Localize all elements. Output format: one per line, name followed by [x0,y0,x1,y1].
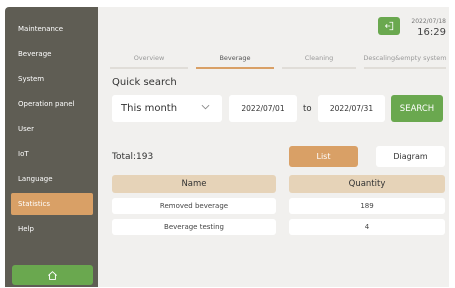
tab-label: Overview [133,54,165,62]
table-cell-name: Beverage testing [112,219,276,235]
sidebar-item-label: Operation panel [18,100,75,108]
sidebar-item-label: Language [18,175,53,183]
sidebar-item-maintenance[interactable]: Maintenance [5,18,98,40]
exit-icon [384,21,394,31]
table-cell-quantity: 4 [289,219,445,235]
home-icon [48,270,57,280]
main-panel: 2022/07/18 16:29 Overview Beverage Clean… [98,7,449,287]
sidebar-item-label: System [18,75,45,83]
table-cell-name: Removed beverage [112,198,276,214]
sidebar-item-label: Maintenance [18,25,64,33]
sidebar: Maintenance Beverage System Operation pa… [5,7,98,287]
period-value: This month [121,103,178,114]
sidebar-item-system[interactable]: System [5,68,98,90]
sidebar-item-iot[interactable]: IoT [5,143,98,165]
tab-underline [196,67,274,69]
tab-beverage[interactable]: Beverage [192,51,278,69]
sidebar-item-label: Beverage [18,50,52,58]
column-header-name: Name [112,175,276,193]
chevron-down-icon [201,104,210,110]
home-button[interactable] [12,265,93,285]
diagram-view-button[interactable]: Diagram [376,146,445,167]
tab-cleaning[interactable]: Cleaning [278,51,360,69]
period-select[interactable]: This month [112,95,222,122]
column-header-quantity: Quantity [289,175,445,193]
sidebar-item-beverage[interactable]: Beverage [5,43,98,65]
tab-underline [282,67,356,69]
date-to-value: 2022/07/31 [329,104,374,113]
tab-label: Beverage [219,54,251,62]
tab-underline [110,67,188,69]
sidebar-item-user[interactable]: User [5,118,98,140]
sidebar-item-help[interactable]: Help [5,218,98,240]
sidebar-item-language[interactable]: Language [5,168,98,190]
tab-descaling[interactable]: Descaling&empty system [360,51,450,69]
list-view-button[interactable]: List [289,146,358,167]
date-from-field[interactable]: 2022/07/01 [229,95,297,122]
tab-label: Cleaning [304,54,334,62]
current-time: 16:29 [417,27,446,38]
sidebar-item-label: User [18,125,34,133]
sidebar-item-label: IoT [18,150,29,158]
tab-bar: Overview Beverage Cleaning Descaling&emp… [106,51,449,69]
tab-label: Descaling&empty system [363,54,447,62]
sidebar-item-operation-panel[interactable]: Operation panel [5,93,98,115]
sidebar-item-label: Help [18,225,34,233]
tab-overview[interactable]: Overview [106,51,192,69]
tab-underline [364,67,446,69]
app-window: Maintenance Beverage System Operation pa… [5,7,449,287]
current-date: 2022/07/18 [411,18,446,25]
date-from-value: 2022/07/01 [241,104,285,113]
quick-search-label: Quick search [112,77,177,88]
date-to-field[interactable]: 2022/07/31 [318,95,385,122]
search-button[interactable]: SEARCH [391,95,443,122]
table-cell-quantity: 189 [289,198,445,214]
sidebar-item-label: Statistics [18,200,50,208]
total-count: Total:193 [112,152,154,162]
sidebar-item-statistics[interactable]: Statistics [11,193,93,215]
to-label: to [303,104,312,114]
